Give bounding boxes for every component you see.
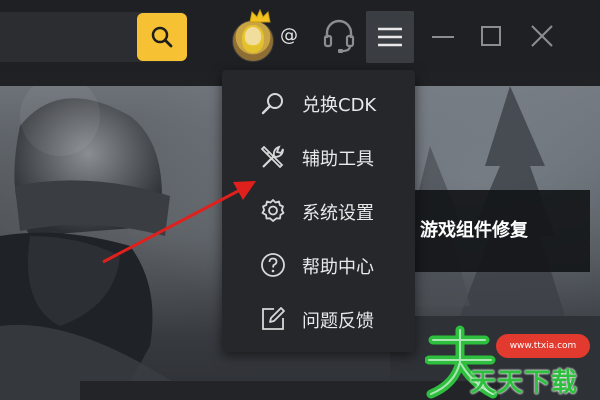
gear-icon — [261, 199, 285, 222]
headset-icon[interactable] — [322, 18, 356, 56]
menu-item-label: 兑换CDK — [302, 95, 377, 116]
close-icon[interactable] — [528, 22, 556, 50]
menu-item-label: 辅助工具 — [302, 149, 374, 170]
menu-item-label: 系统设置 — [302, 203, 374, 224]
at-symbol: @ — [280, 25, 298, 46]
maximize-icon[interactable] — [478, 22, 504, 50]
watermark-text: 天天下载 — [470, 368, 579, 398]
menu-item-feedback[interactable]: 问题反馈 — [222, 294, 415, 344]
feedback-icon — [262, 307, 285, 330]
dropdown-menu: 兑换CDK 辅助工具 系统设置 帮助中心 问题反馈 — [222, 70, 415, 352]
watermark-url: www.ttxia.com — [496, 334, 590, 358]
menu-item-label: 问题反馈 — [302, 311, 374, 332]
soldier-image — [0, 86, 200, 400]
menu-item-tools[interactable]: 辅助工具 — [222, 132, 415, 182]
menu-item-redeem-cdk[interactable]: 兑换CDK — [222, 78, 415, 128]
menu-item-label: 帮助中心 — [302, 257, 374, 278]
menu-item-help[interactable]: 帮助中心 — [222, 240, 415, 290]
menu-item-settings[interactable]: 系统设置 — [222, 186, 415, 236]
avatar — [232, 20, 274, 62]
tools-icon — [260, 145, 284, 169]
help-icon — [261, 253, 285, 277]
crown-icon — [249, 8, 271, 23]
menu-button[interactable] — [366, 11, 414, 63]
title-bar: @ — [0, 0, 600, 72]
repair-label: 游戏组件修复 — [420, 220, 528, 241]
search-icon — [261, 93, 283, 115]
hamburger-icon — [378, 27, 402, 47]
minimize-icon[interactable] — [430, 22, 456, 50]
search-button[interactable] — [137, 13, 187, 61]
search-icon — [151, 26, 173, 48]
user-avatar[interactable] — [232, 8, 278, 64]
